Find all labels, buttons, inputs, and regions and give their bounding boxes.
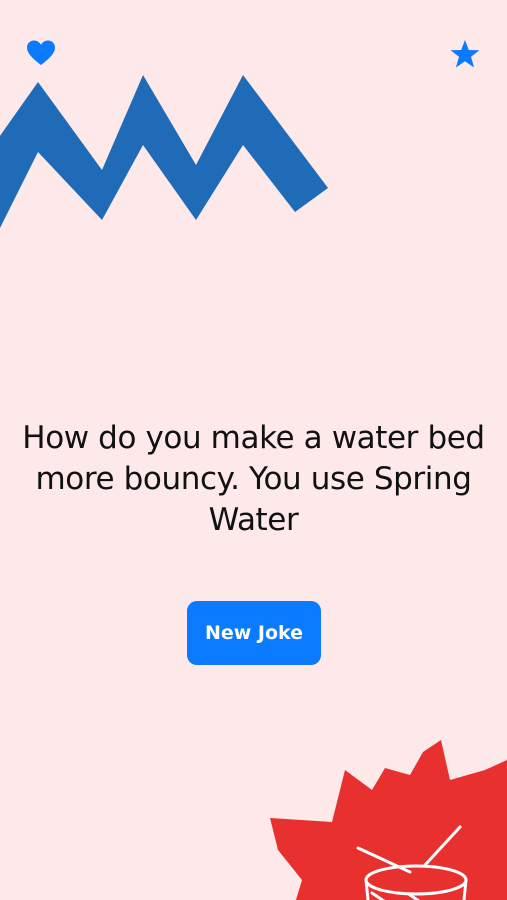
joke-text: How do you make a water bed more bouncy.…: [22, 420, 485, 538]
heart-icon: [27, 40, 55, 65]
favorite-button[interactable]: [24, 36, 58, 70]
joke-screen: How do you make a water bed more bouncy.…: [0, 0, 507, 900]
rate-button[interactable]: [446, 35, 484, 73]
red-splat-decoration: [270, 740, 507, 900]
new-joke-button[interactable]: New Joke: [187, 601, 321, 665]
star-icon: [450, 40, 480, 68]
zigzag-decoration: [0, 75, 328, 228]
